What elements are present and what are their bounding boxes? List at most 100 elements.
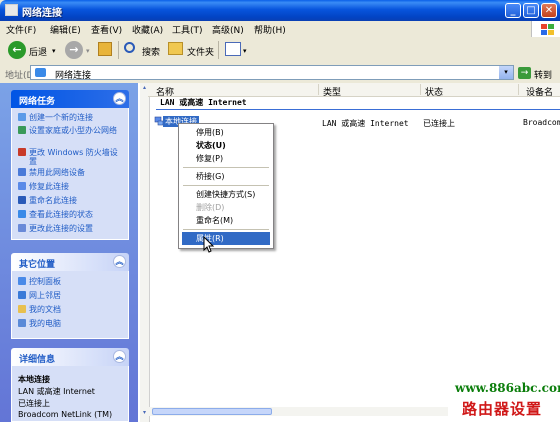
back-dropdown-icon[interactable]: ▾ (52, 47, 56, 55)
context-menu-item-label: 删除(D) (196, 203, 225, 212)
column-divider[interactable] (318, 84, 319, 95)
context-menu-item[interactable]: 重命名(M) (182, 214, 270, 227)
context-menu-item[interactable]: 停用(B) (182, 126, 270, 139)
column-type[interactable]: 类型 (323, 85, 341, 98)
menu-file[interactable]: 文件(F) (6, 23, 36, 36)
windows-flag-icon (531, 21, 560, 37)
watermark-text: 路由器设置 (462, 400, 543, 418)
network-tasks-header[interactable]: 网络任务 ︽ (11, 90, 129, 108)
maximize-button[interactable]: □ (523, 3, 539, 18)
column-status[interactable]: 状态 (425, 85, 443, 98)
address-bar: 地址(D) 网络连接 ▾ → 转到 (0, 63, 560, 84)
forward-dropdown-icon[interactable]: ▾ (86, 47, 90, 55)
context-menu-item-label: 状态(U) (196, 141, 226, 150)
connection-device: Broadcom (523, 118, 560, 127)
go-button-label[interactable]: 转到 (534, 68, 552, 81)
column-divider[interactable] (420, 84, 421, 95)
go-arrow-icon[interactable]: → (518, 67, 531, 79)
group-header: LAN 或高速 Internet (160, 98, 247, 107)
column-header-row: 名称 类型 状态 设备名 (148, 83, 560, 98)
context-menu-item-label: 修复(P) (196, 154, 224, 163)
context-menu-item: 删除(D) (182, 201, 270, 214)
menu-tools[interactable]: 工具(T) (172, 23, 203, 36)
title-bar[interactable]: 网络连接 _ □ ✕ (0, 0, 560, 21)
menu-favorites[interactable]: 收藏(A) (132, 23, 163, 36)
other-places-header[interactable]: 其它位置 ︽ (11, 253, 129, 271)
scroll-down-icon[interactable]: ▾ (141, 409, 148, 417)
address-dropdown-icon[interactable]: ▾ (499, 66, 513, 79)
menu-help[interactable]: 帮助(H) (254, 23, 286, 36)
menu-bar: 文件(F) 编辑(E) 查看(V) 收藏(A) 工具(T) 高级(N) 帮助(H… (0, 21, 560, 38)
context-menu: 停用(B) 状态(U) 修复(P) 桥接(G) 创建快捷方式(S) 删除(D) 重命名(M)… (178, 123, 274, 249)
other-places-title: 其它位置 (19, 260, 56, 270)
forward-arrow-icon[interactable]: → (65, 41, 83, 59)
network-tasks-panel: 创建一个新的连接 设置家庭或小型办公网络 更改 Windows 防火墙设置 禁用… (11, 108, 129, 240)
views-icon[interactable] (225, 42, 241, 56)
menu-edit[interactable]: 编辑(E) (50, 23, 81, 36)
new-connection-icon (18, 113, 26, 121)
control-panel-icon (18, 277, 26, 285)
context-menu-item[interactable]: 修复(P) (182, 152, 270, 165)
firewall-icon (18, 148, 26, 156)
context-menu-item-label: 桥接(G) (196, 172, 225, 181)
network-tasks-title: 网络任务 (19, 97, 56, 107)
back-button-label[interactable]: 后退 (29, 45, 47, 58)
column-device[interactable]: 设备名 (526, 85, 553, 98)
close-button[interactable]: ✕ (541, 3, 557, 18)
menu-advanced[interactable]: 高级(N) (212, 23, 244, 36)
context-menu-item-label: 创建快捷方式(S) (196, 190, 256, 199)
details-status: 已连接上 (18, 399, 50, 408)
network-places-icon (18, 291, 26, 299)
context-menu-separator (183, 229, 269, 230)
toolbar: ← 后退 ▾ → ▾ 搜索 文件夹 ▾ (0, 37, 560, 64)
search-icon[interactable] (124, 42, 135, 53)
views-dropdown-icon[interactable]: ▾ (243, 47, 247, 55)
horizontal-scroll-thumb[interactable] (152, 408, 272, 415)
network-folder-icon (35, 68, 46, 77)
context-menu-item[interactable]: 创建快捷方式(S) (182, 188, 270, 201)
watermark-url: www.886abc.com (455, 381, 560, 395)
settings-icon (18, 224, 26, 232)
toolbar-separator (218, 41, 219, 59)
context-menu-item[interactable]: 属性(R) (182, 232, 270, 245)
context-menu-item-label: 停用(B) (196, 128, 224, 137)
mouse-cursor-icon (203, 236, 215, 253)
context-menu-item-label: 重命名(M) (196, 216, 234, 225)
toolbar-separator (118, 41, 119, 59)
details-header[interactable]: 详细信息 ︽ (11, 348, 129, 366)
details-type: LAN 或高速 Internet (18, 387, 95, 396)
details-panel: 本地连接 LAN 或高速 Internet 已连接上 Broadcom NetL… (11, 366, 129, 422)
address-input[interactable]: 网络连接 ▾ (30, 65, 514, 81)
scroll-up-icon[interactable]: ▴ (141, 84, 148, 92)
column-divider[interactable] (518, 84, 519, 95)
home-network-icon (18, 126, 26, 134)
details-title: 详细信息 (19, 355, 56, 365)
details-name: 本地连接 (18, 375, 50, 384)
back-arrow-icon[interactable]: ← (8, 41, 26, 59)
address-value: 网络连接 (55, 71, 92, 81)
disable-device-icon (18, 168, 26, 176)
connection-status: 已连接上 (423, 119, 455, 128)
details-device: Broadcom NetLink (TM) (18, 410, 113, 419)
context-menu-item[interactable]: 桥接(G) (182, 170, 270, 183)
my-computer-icon (18, 319, 26, 327)
group-divider (156, 109, 560, 110)
horizontal-scrollbar[interactable] (148, 407, 448, 416)
search-button-label[interactable]: 搜索 (142, 45, 160, 58)
minimize-button[interactable]: _ (505, 3, 521, 18)
up-folder-icon[interactable] (98, 42, 112, 56)
vertical-scrollbar[interactable]: ▴ ▾ (140, 83, 150, 422)
my-documents-icon (18, 305, 26, 313)
context-menu-separator (183, 167, 269, 168)
status-icon (18, 210, 26, 218)
network-connections-icon (5, 4, 18, 16)
menu-view[interactable]: 查看(V) (91, 23, 122, 36)
context-menu-item[interactable]: 状态(U) (182, 139, 270, 152)
folders-icon[interactable] (168, 42, 183, 55)
collapse-chevron-icon[interactable]: ︽ (113, 350, 126, 363)
collapse-chevron-icon[interactable]: ︽ (113, 255, 126, 268)
collapse-chevron-icon[interactable]: ︽ (113, 92, 126, 105)
repair-icon (18, 182, 26, 190)
rename-icon (18, 196, 26, 204)
folders-button-label[interactable]: 文件夹 (187, 45, 214, 58)
